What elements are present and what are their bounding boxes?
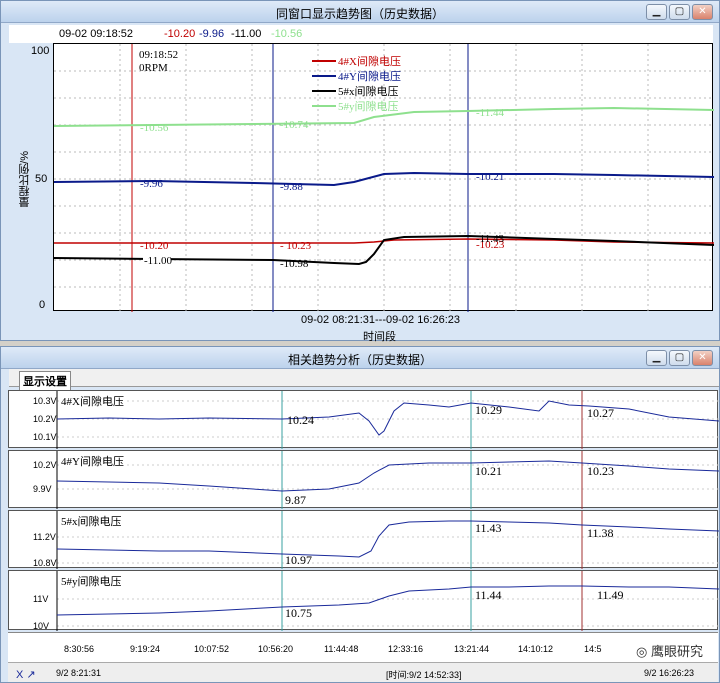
cursor-value-1: -10.20 — [164, 28, 196, 40]
cursor-value-4: -10.56 — [271, 28, 303, 40]
tab-display-settings[interactable]: 显示设置 — [19, 371, 71, 390]
time-axis: 8:30:56 9:19:24 10:07:52 10:56:20 11:44:… — [8, 632, 718, 662]
panel-5y-val-2: 11.44 — [475, 588, 502, 602]
panel-5x-ytick-1: 11.2V — [33, 532, 56, 542]
cursor-box-time: 09:18:52 — [139, 49, 178, 61]
panel-4y[interactable]: 9.87 10.21 10.23 4#Y间隙电压 10.2V 9.9V — [8, 450, 719, 509]
cursor-value-2: -9.96 — [199, 28, 225, 40]
label-green-1: -10.56 — [140, 122, 169, 134]
maximize-button-2[interactable]: ▢ — [669, 350, 690, 366]
panel-4x-title: 4#X间隙电压 — [61, 393, 124, 409]
panel-5y[interactable]: 10.75 11.44 11.49 5#y间隙电压 11V 10V — [8, 570, 719, 631]
label-blue-3: -10.21 — [476, 171, 504, 183]
panel-5x[interactable]: 10.97 11.43 11.38 5#x间隙电压 11.2V 10.8V — [8, 510, 719, 569]
cursor-tools-icon[interactable]: X ↗ — [16, 668, 36, 681]
label-black-1: -11.00 — [144, 255, 173, 267]
panel-5x-ytick-2: 10.8V — [33, 558, 57, 568]
label-blue-1: -9.96 — [140, 178, 163, 190]
y-tick-50: 50 — [35, 173, 48, 185]
cursor-box-rpm: 0RPM — [139, 62, 168, 74]
time-tick-8: 14:10:12 — [518, 644, 554, 654]
panel-4x-val-3: 10.27 — [587, 406, 614, 420]
panel-5y-val-1: 10.75 — [285, 606, 312, 620]
y-axis-label: 量程比例/% — [19, 151, 31, 208]
panel-4x-ytick-1: 10.3V — [33, 396, 57, 406]
panel-4y-line — [56, 460, 719, 492]
panel-5x-title: 5#x间隙电压 — [61, 513, 122, 529]
y-tick-0: 0 — [39, 299, 46, 311]
watermark: ◎ 鹰眼研究 — [633, 641, 706, 660]
window-title-2: 相关趋势分析（历史数据） — [287, 353, 432, 367]
panel-4y-val-1: 9.87 — [285, 493, 306, 507]
panel-5y-ytick-1: 11V — [33, 594, 49, 604]
time-tick-9: 14:5 — [584, 644, 602, 654]
time-tick-3: 10:07:52 — [194, 644, 230, 654]
cursor-readout: 09-02 09:18:52 -10.20 -9.96 -11.00 -10.5… — [9, 25, 713, 43]
window-title: 同窗口显示趋势图（历史数据） — [275, 7, 444, 21]
panel-4x-ytick-3: 10.1V — [33, 432, 57, 442]
status-end: 9/2 16:26:23 — [644, 668, 695, 678]
panel-5x-val-2: 11.43 — [475, 521, 502, 535]
status-bar: X ↗ 9/2 8:21:31 [时间:9/2 14:52:33] 9/2 16… — [8, 662, 718, 682]
label-blue-2: -9.88 — [280, 181, 303, 193]
x-axis-label: 时间段 — [363, 331, 396, 343]
label-red-1: -10.20 — [140, 240, 169, 252]
label-green-3: -11.44 — [476, 107, 505, 119]
cursor-time: 09-02 09:18:52 — [59, 28, 134, 40]
panel-5x-val-3: 11.38 — [587, 526, 614, 540]
label-black-2: -10.98 — [280, 258, 309, 270]
panel-4x[interactable]: 10.24 10.29 10.27 4#X间隙电压 10.3V 10.2V 10… — [8, 390, 719, 449]
legend-black: 5#x间隙电压 — [338, 84, 399, 98]
time-tick-5: 11:44:48 — [324, 644, 359, 654]
status-current: [时间:9/2 14:52:33] — [386, 670, 462, 680]
panel-4y-grid — [57, 464, 719, 490]
panel-4y-title: 4#Y间隙电压 — [61, 453, 124, 469]
cursor-value-3: -11.00 — [231, 28, 262, 40]
minimize-button-2[interactable]: ▁ — [646, 350, 667, 366]
panel-5y-grid — [57, 598, 719, 627]
trend-svg: 09:18:52 0RPM 4#X间隙电压 4#Y间隙电压 5#x间隙电压 5#… — [53, 44, 715, 312]
panel-5y-title: 5#y间隙电压 — [61, 573, 122, 589]
minimize-button[interactable]: ▁ — [646, 4, 667, 20]
title-bar-2: 相关趋势分析（历史数据） ▁ ▢ ✕ — [1, 347, 719, 369]
panel-4x-val-2: 10.29 — [475, 403, 502, 417]
trend-plot[interactable]: 09:18:52 0RPM 4#X间隙电压 4#Y间隙电压 5#x间隙电压 5#… — [53, 43, 715, 312]
watermark-text: 鹰眼研究 — [650, 644, 703, 659]
panel-4y-val-2: 10.21 — [475, 464, 502, 478]
time-tick-1: 8:30:56 — [64, 644, 95, 654]
panel-4y-ytick-2: 9.9V — [33, 484, 52, 494]
close-button-2[interactable]: ✕ — [692, 350, 713, 366]
panel-4x-line — [56, 400, 719, 436]
label-black-3: -11.43 — [476, 233, 505, 245]
tab-strip: 显示设置 — [9, 369, 719, 390]
legend-blue: 4#Y间隙电压 — [338, 69, 401, 83]
status-start: 9/2 8:21:31 — [56, 668, 102, 678]
legend-red: 4#X间隙电压 — [338, 54, 401, 68]
panel-5y-ytick-2: 10V — [33, 621, 50, 631]
maximize-button[interactable]: ▢ — [669, 4, 690, 20]
label-green-2: -10.74 — [280, 119, 309, 131]
panel-5y-val-3: 11.49 — [597, 588, 624, 602]
title-bar: 同窗口显示趋势图（历史数据） ▁ ▢ ✕ — [1, 1, 719, 23]
time-tick-2: 9:19:24 — [130, 644, 161, 654]
time-tick-7: 13:21:44 — [454, 644, 490, 654]
time-tick-6: 12:33:16 — [388, 644, 424, 654]
label-red-2: - 10.23 — [280, 240, 312, 252]
time-tick-4: 10:56:20 — [258, 644, 294, 654]
legend-green: 5#y间隙电压 — [338, 99, 399, 113]
x-axis-range: 09-02 08:21:31---09-02 16:26:23 — [301, 314, 461, 326]
panel-4y-val-3: 10.23 — [587, 464, 614, 478]
panel-4x-ytick-2: 10.2V — [33, 414, 57, 424]
y-tick-100: 100 — [31, 45, 50, 57]
panel-5x-line — [56, 520, 719, 558]
panel-5x-val-1: 10.97 — [285, 553, 312, 567]
panel-5x-grid — [57, 536, 719, 564]
trend-window-same: 同窗口显示趋势图（历史数据） ▁ ▢ ✕ 09-02 09:18:52 -10.… — [0, 0, 720, 343]
panel-4x-val-1: 10.24 — [287, 413, 314, 427]
panel-4y-ytick-1: 10.2V — [33, 460, 57, 470]
close-button[interactable]: ✕ — [692, 4, 713, 20]
